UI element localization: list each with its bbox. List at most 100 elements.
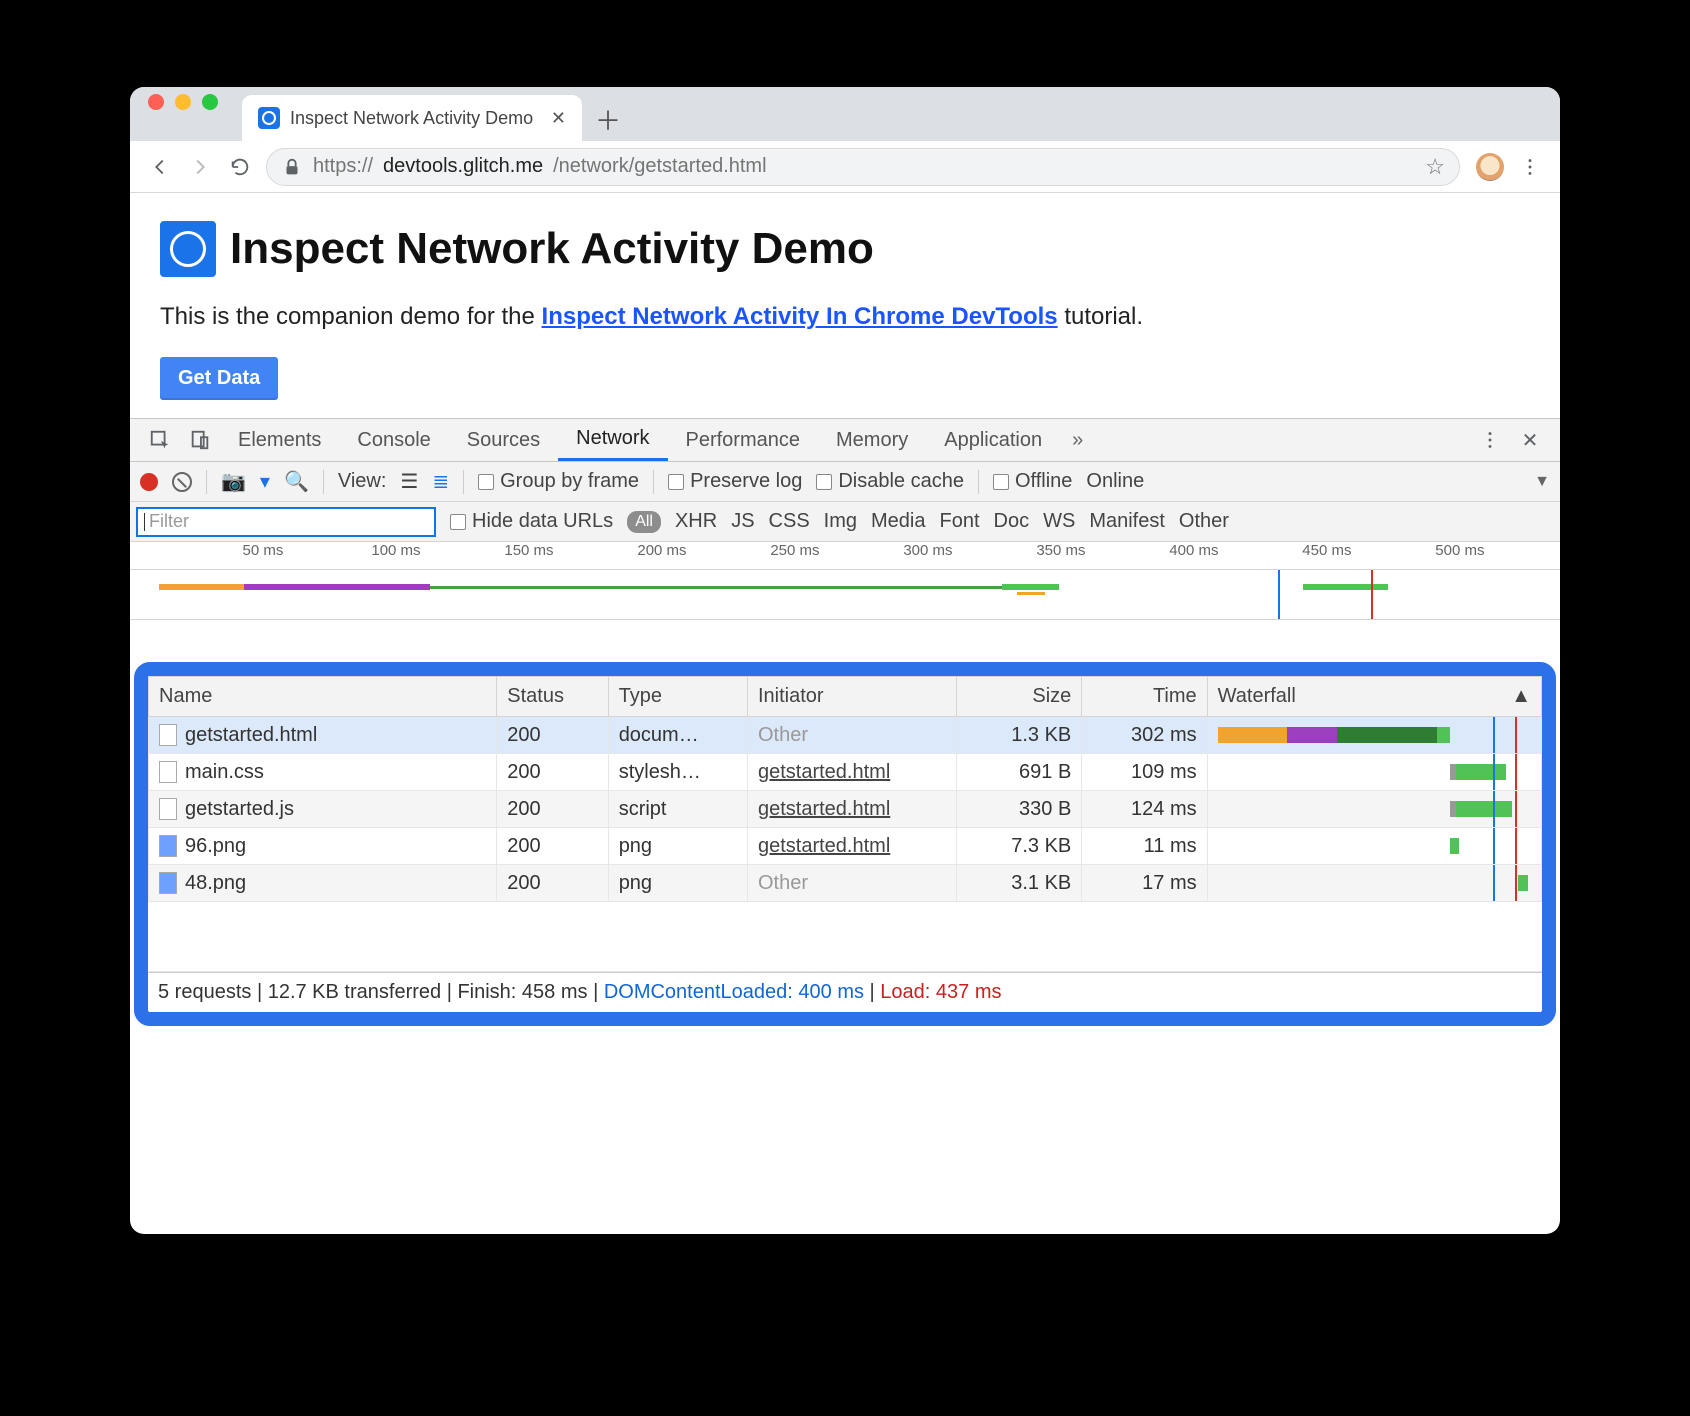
bookmark-star-icon[interactable]: ☆ — [1425, 154, 1445, 180]
filter-type-manifest[interactable]: Manifest — [1089, 510, 1165, 533]
url-host: devtools.glitch.me — [383, 155, 543, 178]
image-file-icon — [159, 872, 177, 894]
device-toggle-icon[interactable] — [180, 420, 220, 460]
browser-tab[interactable]: Inspect Network Activity Demo ✕ — [242, 95, 582, 141]
ruler-tick: 200 ms — [637, 542, 686, 559]
filter-type-xhr[interactable]: XHR — [675, 510, 717, 533]
address-bar[interactable]: https:// devtools.glitch.me/network/getst… — [266, 148, 1460, 186]
close-window-button[interactable] — [148, 94, 164, 110]
preserve-log-checkbox[interactable]: Preserve log — [668, 470, 802, 493]
page-intro: This is the companion demo for the Inspe… — [160, 303, 1530, 331]
disable-cache-checkbox[interactable]: Disable cache — [816, 470, 964, 493]
throttling-dropdown-icon[interactable]: ▼ — [1534, 473, 1550, 491]
filter-type-media[interactable]: Media — [871, 510, 925, 533]
devtools-tab-sources[interactable]: Sources — [449, 419, 558, 461]
ruler-tick: 500 ms — [1435, 542, 1484, 559]
column-header-name[interactable]: Name — [149, 677, 497, 717]
tab-title: Inspect Network Activity Demo — [290, 108, 533, 129]
profile-avatar[interactable] — [1476, 153, 1504, 181]
ruler-tick: 450 ms — [1302, 542, 1351, 559]
large-rows-icon[interactable]: ☰ — [400, 469, 418, 494]
more-panels-button[interactable]: » — [1060, 429, 1095, 452]
record-button[interactable] — [140, 473, 158, 491]
page-content: Inspect Network Activity Demo This is th… — [130, 193, 1560, 418]
inspect-element-icon[interactable] — [140, 420, 180, 460]
filter-type-doc[interactable]: Doc — [994, 510, 1030, 533]
url-scheme: https:// — [313, 155, 373, 178]
offline-checkbox[interactable]: Offline — [993, 470, 1072, 493]
view-label: View: — [338, 470, 387, 493]
filter-type-font[interactable]: Font — [940, 510, 980, 533]
online-select[interactable]: Online — [1086, 470, 1144, 493]
page-heading: Inspect Network Activity Demo — [230, 224, 874, 274]
document-file-icon — [159, 724, 177, 746]
devtools-tabs: ElementsConsoleSourcesNetworkPerformance… — [130, 418, 1560, 462]
favicon-icon — [258, 107, 280, 129]
filter-type-other[interactable]: Other — [1179, 510, 1229, 533]
devtools-tab-application[interactable]: Application — [926, 419, 1060, 461]
filter-type-img[interactable]: Img — [824, 510, 857, 533]
table-row[interactable]: 48.png200pngOther3.1 KB17 ms — [149, 865, 1542, 902]
filter-icon[interactable]: ▾ — [260, 469, 270, 494]
filter-type-all[interactable]: All — [627, 511, 661, 533]
new-tab-button[interactable]: ＋ — [586, 97, 630, 141]
table-row[interactable]: 96.png200pnggetstarted.html7.3 KB11 ms — [149, 828, 1542, 865]
column-header-waterfall[interactable]: Waterfall ▲ — [1207, 677, 1541, 717]
filter-type-ws[interactable]: WS — [1043, 510, 1075, 533]
filter-row: Filter Hide data URLs All XHR JS CSS Img Med… — [130, 502, 1560, 542]
devtools-close-button[interactable]: ✕ — [1510, 420, 1550, 460]
image-file-icon — [159, 835, 177, 857]
url-path: /network/getstarted.html — [553, 155, 766, 178]
ruler-tick: 50 ms — [243, 542, 284, 559]
menu-button[interactable] — [1510, 147, 1550, 187]
column-header-status[interactable]: Status — [497, 677, 608, 717]
close-tab-icon[interactable]: ✕ — [551, 108, 566, 129]
search-icon[interactable]: 🔍 — [284, 469, 309, 494]
traffic-lights — [148, 87, 218, 141]
waterfall-icon[interactable]: ≣ — [432, 469, 449, 494]
initiator-link[interactable]: getstarted.html — [758, 761, 890, 783]
devtools-tab-memory[interactable]: Memory — [818, 419, 926, 461]
forward-button[interactable] — [180, 147, 220, 187]
filter-type-css[interactable]: CSS — [769, 510, 810, 533]
column-header-type[interactable]: Type — [608, 677, 747, 717]
ruler-tick: 100 ms — [371, 542, 420, 559]
lock-icon — [281, 156, 303, 178]
table-row[interactable]: getstarted.html200docum…Other1.3 KB302 m… — [149, 717, 1542, 754]
document-file-icon — [159, 798, 177, 820]
get-data-button[interactable]: Get Data — [160, 357, 278, 400]
initiator-link[interactable]: getstarted.html — [758, 835, 890, 857]
column-header-time[interactable]: Time — [1082, 677, 1207, 717]
hide-data-urls-checkbox[interactable]: Hide data URLs — [450, 510, 613, 533]
devtools-menu-button[interactable] — [1470, 420, 1510, 460]
maximize-window-button[interactable] — [202, 94, 218, 110]
filter-input[interactable]: Filter — [136, 507, 436, 537]
reload-button[interactable] — [220, 147, 260, 187]
devtools-tab-console[interactable]: Console — [339, 419, 448, 461]
initiator-link[interactable]: getstarted.html — [758, 798, 890, 820]
timeline-overview[interactable] — [130, 570, 1560, 620]
browser-window: Inspect Network Activity Demo ✕ ＋ https:… — [130, 87, 1560, 1234]
table-row[interactable]: main.css200stylesh…getstarted.html691 B1… — [149, 754, 1542, 791]
ruler-tick: 350 ms — [1036, 542, 1085, 559]
ruler-tick: 400 ms — [1169, 542, 1218, 559]
ruler-tick: 250 ms — [770, 542, 819, 559]
devtools-tab-performance[interactable]: Performance — [668, 419, 819, 461]
tutorial-link[interactable]: Inspect Network Activity In Chrome DevTo… — [542, 303, 1058, 330]
tab-strip: Inspect Network Activity Demo ✕ ＋ — [130, 87, 1560, 141]
clear-button[interactable] — [172, 472, 192, 492]
group-by-frame-checkbox[interactable]: Group by frame — [478, 470, 639, 493]
minimize-window-button[interactable] — [175, 94, 191, 110]
column-header-initiator[interactable]: Initiator — [747, 677, 956, 717]
devtools-tab-elements[interactable]: Elements — [220, 419, 339, 461]
back-button[interactable] — [140, 147, 180, 187]
camera-icon[interactable]: 📷 — [221, 469, 246, 494]
filter-type-js[interactable]: JS — [731, 510, 754, 533]
devtools-tab-network[interactable]: Network — [558, 419, 667, 461]
document-file-icon — [159, 761, 177, 783]
table-row[interactable]: getstarted.js200scriptgetstarted.html330… — [149, 791, 1542, 828]
network-summary: 5 requests | 12.7 KB transferred | Finis… — [148, 972, 1542, 1012]
timeline-ruler[interactable]: 50 ms100 ms150 ms200 ms250 ms300 ms350 m… — [130, 542, 1560, 570]
column-header-size[interactable]: Size — [956, 677, 1081, 717]
page-logo-icon — [160, 221, 216, 277]
